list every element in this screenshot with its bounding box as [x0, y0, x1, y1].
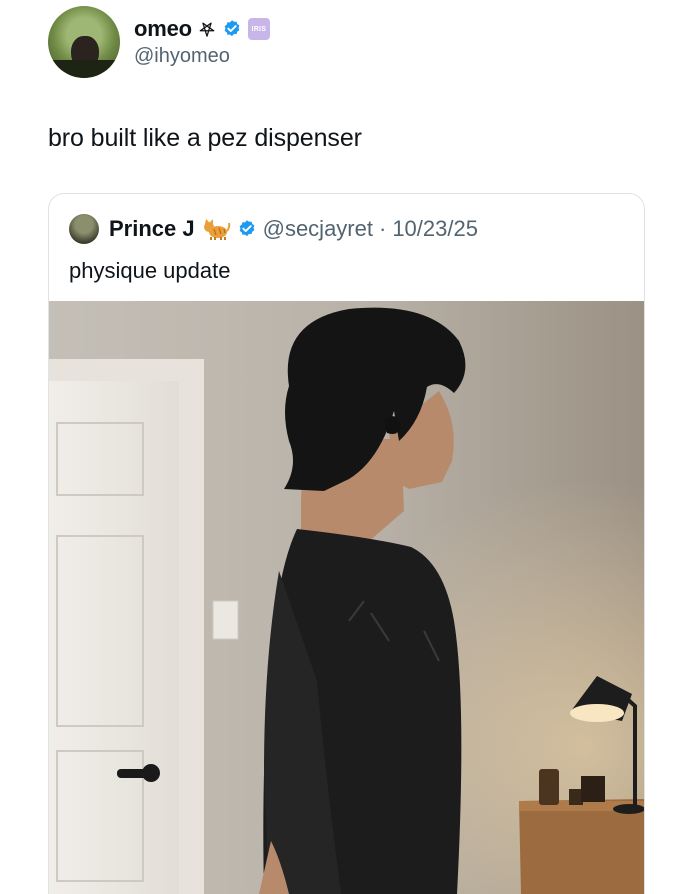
quoted-handle[interactable]: @secjayret [263, 216, 373, 242]
quoted-avatar[interactable] [69, 214, 99, 244]
author-names: omeo IRIS @ihyomeo [134, 16, 270, 68]
iris-badge: IRIS [247, 18, 270, 40]
pentagram-icon [199, 22, 215, 37]
tweet-header: omeo IRIS @ihyomeo [48, 6, 270, 78]
avatar[interactable] [48, 6, 120, 78]
quoted-tweet-card[interactable]: Prince J @secjayret · 10/23/25 physique … [48, 193, 645, 894]
tweet-text: bro built like a pez dispenser [48, 124, 362, 152]
quoted-display-name[interactable]: Prince J [109, 216, 195, 242]
light-switch [212, 600, 239, 640]
quoted-date[interactable]: 10/23/25 [392, 216, 478, 242]
verified-badge-icon [224, 20, 240, 37]
author-handle[interactable]: @ihyomeo [134, 45, 270, 68]
door [49, 359, 204, 894]
quoted-verified-badge-icon [239, 220, 254, 237]
quoted-tweet-text: physique update [69, 258, 231, 283]
quoted-tweet-header: Prince J @secjayret · 10/23/25 [69, 214, 478, 244]
person [259, 307, 466, 894]
cat-emoji-icon [203, 219, 230, 240]
avatar-shadow [48, 60, 120, 78]
display-name[interactable]: omeo [134, 16, 192, 42]
name-row: omeo IRIS [134, 16, 270, 42]
quoted-photo[interactable] [49, 301, 644, 894]
quoted-separator: · [378, 216, 387, 241]
